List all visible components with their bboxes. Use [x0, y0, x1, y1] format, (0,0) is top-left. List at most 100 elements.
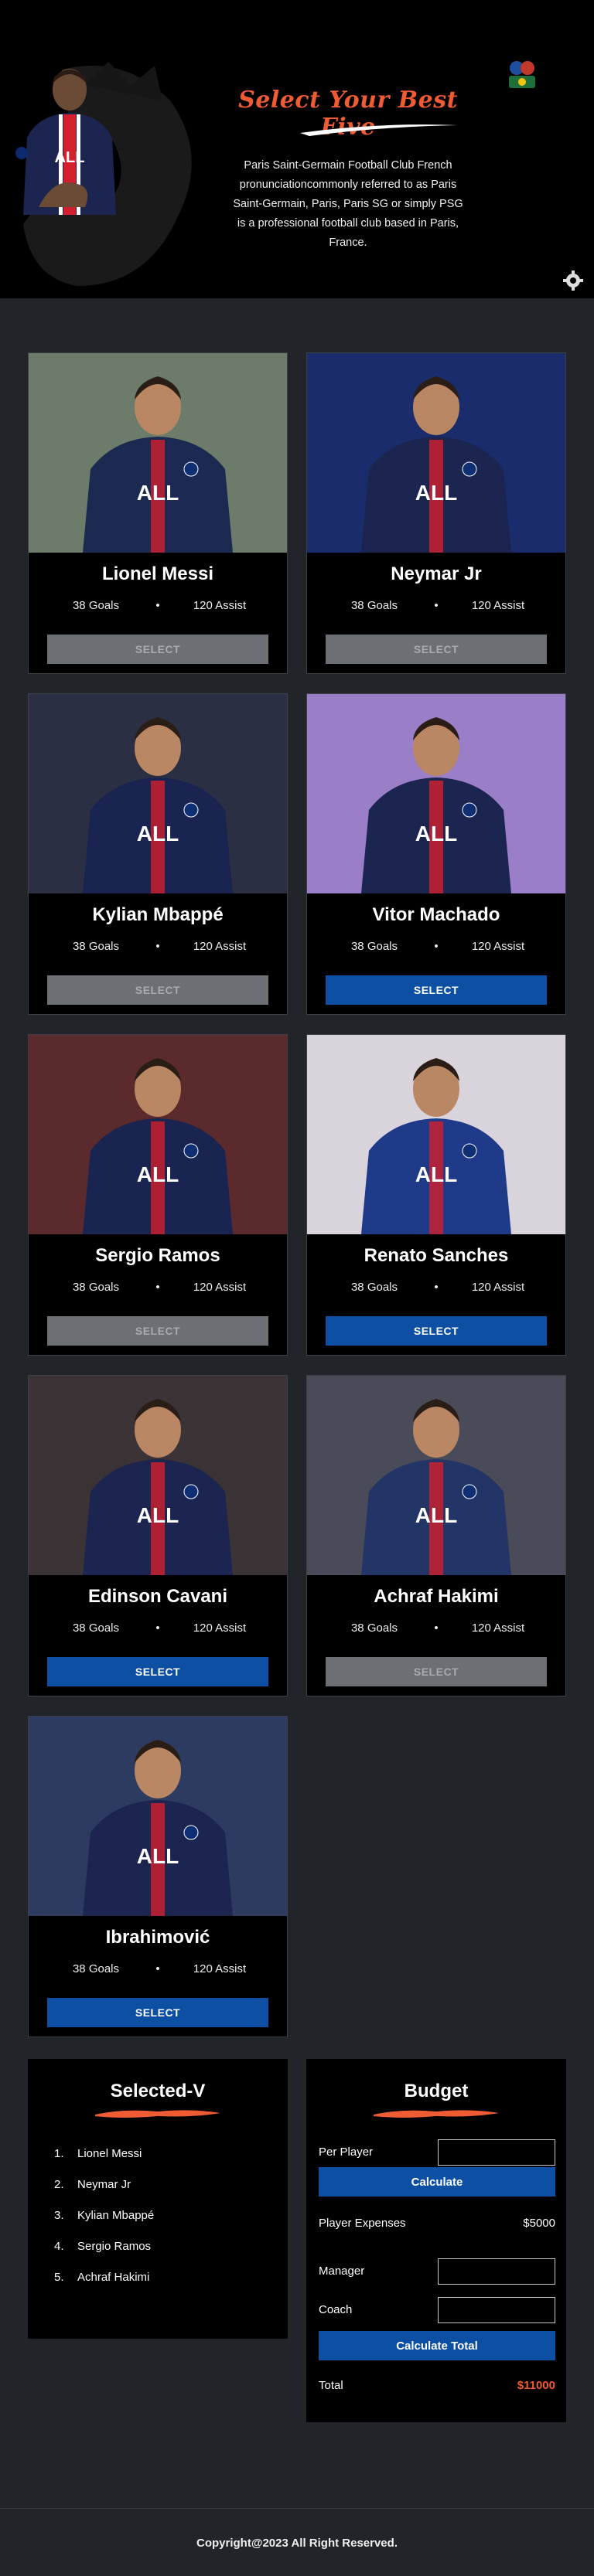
svg-text:ALL: ALL [137, 1503, 179, 1527]
budget-title: Budget [404, 2081, 469, 2101]
player-card: ALL Edinson Cavani 38 Goals • 120 Assist SELE… [28, 1375, 288, 1696]
player-name: Renato Sanches [364, 1245, 509, 1266]
player-goals: 38 Goals [350, 599, 398, 612]
list-number: 1. [54, 2147, 64, 2160]
svg-text:ALL: ALL [137, 822, 179, 846]
player-stats: 38 Goals • 120 Assist [29, 1281, 287, 1294]
settings-gear-icon[interactable] [563, 271, 583, 291]
svg-text:ALL: ALL [137, 1844, 179, 1868]
player-photo: ALL [307, 1035, 565, 1234]
player-name: Edinson Cavani [87, 1586, 228, 1607]
player-photo: ALL [307, 353, 565, 553]
per-player-input[interactable] [438, 2139, 555, 2166]
selected-player-name: Achraf Hakimi [77, 2271, 150, 2284]
player-assists: 120 Assist [471, 1621, 525, 1635]
svg-text:ALL: ALL [55, 149, 85, 166]
selected-player-item: 3. Kylian Mbappé [54, 2209, 154, 2240]
coach-label: Coach [319, 2303, 353, 2316]
player-assists: 120 Assist [193, 940, 247, 953]
player-name: Ibrahimović [105, 1927, 210, 1948]
separator-dot: • [434, 940, 439, 953]
list-number: 4. [54, 2240, 64, 2253]
selected-player-item: 5. Achraf Hakimi [54, 2271, 154, 2302]
select-player-button[interactable]: SELECT [47, 1998, 268, 2027]
svg-text:ALL: ALL [415, 1503, 457, 1527]
separator-dot: • [155, 1962, 160, 1975]
selected-player-name: Kylian Mbappé [77, 2209, 155, 2222]
per-player-label: Per Player [319, 2146, 374, 2159]
player-card: ALL Neymar Jr 38 Goals • 120 Assist SELECT [306, 352, 566, 674]
footer-copyright: Copyright@2023 All Right Reserved. [196, 2537, 398, 2550]
player-card: ALL Lionel Messi 38 Goals • 120 Assist SELECT [28, 352, 288, 674]
separator-dot: • [434, 1621, 439, 1635]
player-photo: ALL [29, 1035, 287, 1234]
select-player-button[interactable]: SELECT [47, 975, 268, 1005]
list-number: 2. [54, 2178, 64, 2191]
player-assists: 120 Assist [193, 1621, 247, 1635]
player-goals: 38 Goals [72, 1281, 120, 1294]
title-brush-underline [95, 2110, 220, 2118]
coach-input[interactable] [438, 2297, 555, 2323]
player-assists: 120 Assist [471, 940, 525, 953]
selected-player-item: 4. Sergio Ramos [54, 2240, 154, 2271]
player-photo: ALL [29, 694, 287, 893]
player-card: ALL Sergio Ramos 38 Goals • 120 Assist SELECT [28, 1034, 288, 1356]
player-name: Achraf Hakimi [374, 1586, 499, 1607]
player-photo: ALL [29, 1717, 287, 1916]
select-player-button[interactable]: SELECT [47, 635, 268, 664]
player-assists: 120 Assist [193, 1962, 247, 1975]
selected-player-item: 1. Lionel Messi [54, 2147, 154, 2178]
player-card: ALL Kylian Mbappé 38 Goals • 120 Assist SELEC… [28, 693, 288, 1015]
selected-player-list: 1. Lionel Messi 2. Neymar Jr 3. Kylian Mbappé… [54, 2147, 154, 2302]
separator-dot: • [155, 1621, 160, 1635]
list-number: 3. [54, 2209, 64, 2222]
player-goals: 38 Goals [350, 1281, 398, 1294]
player-card: ALL Achraf Hakimi 38 Goals • 120 Assist SELEC… [306, 1375, 566, 1696]
player-card: ALL Vitor Machado 38 Goals • 120 Assist SELEC… [306, 693, 566, 1015]
select-player-button[interactable]: SELECT [326, 1657, 547, 1686]
player-goals: 38 Goals [72, 1621, 120, 1635]
calculate-button[interactable]: Calculate [319, 2167, 555, 2197]
page-header: ALL Select Your Best Five Paris Saint-Ge… [0, 0, 594, 298]
player-name: Sergio Ramos [95, 1245, 220, 1266]
player-photo: ALL [29, 353, 287, 553]
player-assists: 120 Assist [471, 1281, 525, 1294]
svg-text:ALL: ALL [137, 1162, 179, 1186]
total-label: Total [319, 2379, 343, 2392]
select-player-button[interactable]: SELECT [47, 1657, 268, 1686]
selected-player-name: Lionel Messi [77, 2147, 142, 2160]
player-goals: 38 Goals [350, 940, 398, 953]
select-player-button[interactable]: SELECT [47, 1316, 268, 1346]
svg-text:ALL: ALL [415, 1162, 457, 1186]
player-goals: 38 Goals [72, 1962, 120, 1975]
selected-title: Selected-V [110, 2081, 206, 2101]
player-goals: 38 Goals [72, 940, 120, 953]
player-name: Lionel Messi [101, 563, 214, 584]
svg-text:ALL: ALL [137, 481, 179, 505]
select-player-button[interactable]: SELECT [326, 975, 547, 1005]
selected-player-name: Neymar Jr [77, 2178, 131, 2191]
budget-panel: Budget Per Player Calculate Player Expen… [306, 2059, 566, 2422]
separator-dot: • [434, 1281, 439, 1294]
separator-dot: • [434, 599, 439, 612]
player-card: ALL Ibrahimović 38 Goals • 120 Assist SELECT [28, 1716, 288, 2037]
manager-input[interactable] [438, 2258, 555, 2285]
separator-dot: • [155, 1281, 160, 1294]
select-player-button[interactable]: SELECT [326, 1316, 547, 1346]
player-name: Neymar Jr [391, 563, 482, 584]
player-stats: 38 Goals • 120 Assist [29, 1621, 287, 1635]
select-player-button[interactable]: SELECT [326, 635, 547, 664]
separator-dot: • [155, 599, 160, 612]
hero-player-image: ALL [15, 69, 116, 215]
player-stats: 38 Goals • 120 Assist [29, 599, 287, 612]
selected-player-name: Sergio Ramos [77, 2240, 152, 2253]
total-value: $11000 [517, 2379, 555, 2392]
footer-divider [0, 2508, 594, 2509]
player-goals: 38 Goals [72, 599, 120, 612]
separator-dot: • [155, 940, 160, 953]
svg-text:ALL: ALL [415, 822, 457, 846]
title-underline-swoosh [300, 124, 458, 136]
manager-label: Manager [319, 2265, 365, 2278]
player-name: Kylian Mbappé [92, 904, 224, 925]
calculate-total-button[interactable]: Calculate Total [319, 2331, 555, 2360]
